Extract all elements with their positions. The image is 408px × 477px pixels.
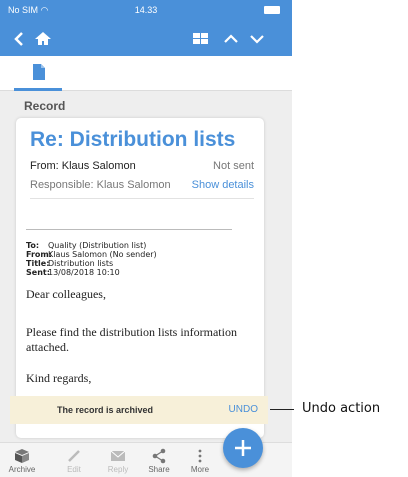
callout-line [270, 409, 294, 410]
record-subject: Re: Distribution lists [30, 128, 236, 151]
status-time: 14.33 [134, 5, 158, 15]
pencil-icon [68, 450, 80, 462]
email-title: Title:Distribution lists [26, 259, 114, 268]
undo-button[interactable]: UNDO [229, 404, 258, 415]
archive-label: Archive [8, 465, 36, 474]
edit-label: Edit [67, 465, 81, 474]
battery-icon [264, 6, 280, 14]
archived-snackbar: The record is archived UNDO [10, 396, 268, 424]
email-to: To: Quality (Distribution list) [26, 241, 147, 250]
status-bar: No SIM ◠ 14.33 [0, 0, 292, 22]
divider [30, 198, 254, 199]
chevron-down-icon[interactable] [246, 28, 268, 50]
email-body-divider [26, 229, 232, 230]
email-body: Please find the distribution lists infor… [26, 325, 237, 354]
envelope-icon [110, 450, 126, 461]
home-icon[interactable] [32, 28, 54, 50]
section-title: Record [24, 99, 66, 113]
edit-button[interactable]: Edit [54, 446, 94, 476]
archive-button[interactable]: Archive [2, 446, 42, 476]
more-vertical-icon [198, 449, 202, 463]
email-sent: Sent:13/08/2018 10:10 [26, 268, 120, 277]
back-icon[interactable] [8, 28, 30, 50]
navigation-bar [0, 22, 292, 56]
share-label: Share [148, 465, 170, 474]
tab-bar [0, 56, 292, 91]
phone-screen: No SIM ◠ 14.33 Record Re: Distribution l… [0, 0, 292, 477]
send-status: Not sent [213, 160, 254, 172]
document-icon [33, 64, 45, 80]
share-icon [152, 448, 166, 464]
tab-document[interactable] [14, 56, 62, 91]
callout-undo-action: Undo action [302, 401, 381, 416]
share-button[interactable]: Share [139, 446, 179, 476]
show-details-link[interactable]: Show details [192, 179, 254, 191]
record-card: Re: Distribution lists From: Klaus Salom… [16, 118, 264, 438]
more-label: More [190, 465, 210, 474]
reply-button[interactable]: Reply [98, 446, 138, 476]
reply-label: Reply [107, 465, 129, 474]
record-from: From: Klaus Salomon [30, 160, 136, 172]
email-from: From:Klaus Salomon (No sender) [26, 250, 157, 259]
grid-icon[interactable] [190, 28, 212, 50]
tab-indicator [14, 88, 62, 91]
archive-icon [15, 449, 29, 463]
record-responsible: Responsible: Klaus Salomon [30, 179, 171, 191]
add-fab-button[interactable] [223, 428, 263, 468]
email-closing: Kind regards, [26, 371, 92, 385]
chevron-up-icon[interactable] [220, 28, 242, 50]
more-button[interactable]: More [180, 446, 220, 476]
snackbar-message: The record is archived [56, 405, 154, 415]
plus-icon [235, 440, 251, 456]
email-greeting: Dear colleagues, [26, 287, 106, 301]
